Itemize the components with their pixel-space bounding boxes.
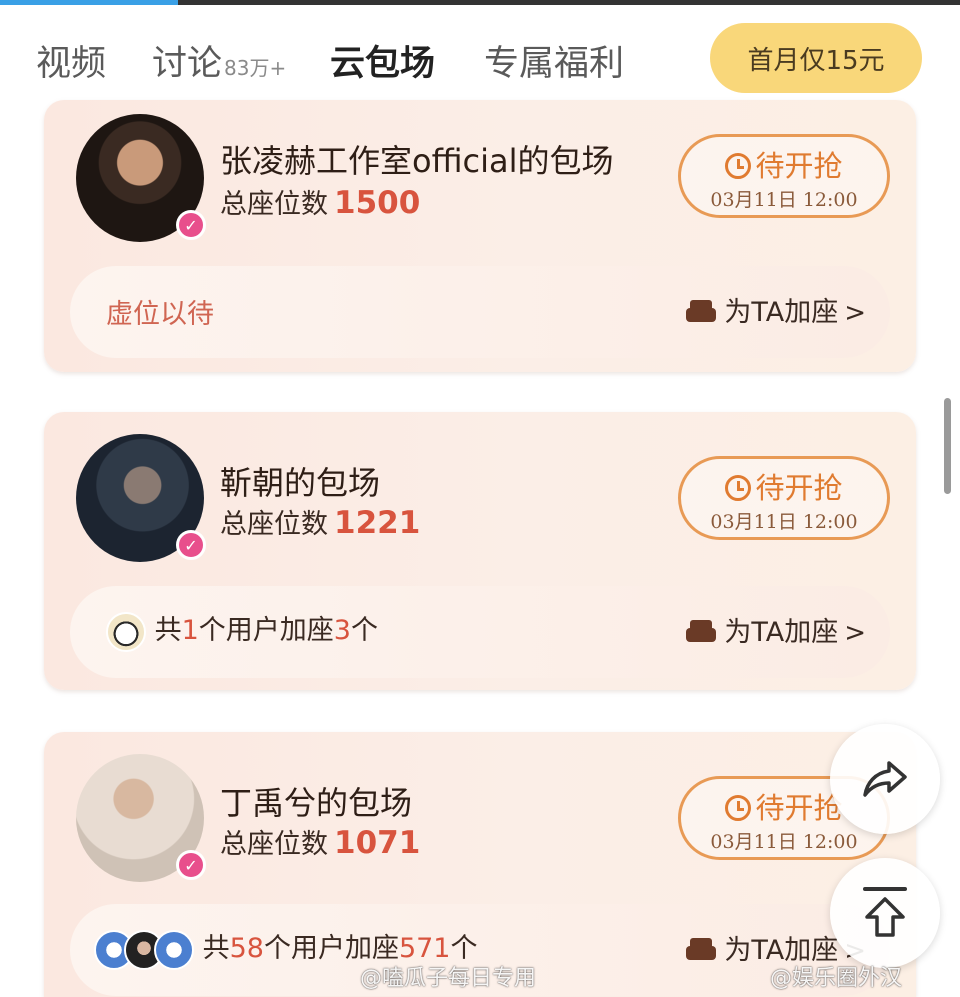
seat-label: 总座位数 xyxy=(220,829,328,860)
card-footer: 虚位以待 为TA加座 > xyxy=(70,266,890,358)
card-footer: 共1个用户加座3个 为TA加座 > xyxy=(70,586,890,678)
open-time: 03月11日 12:00 xyxy=(710,831,858,853)
clock-icon xyxy=(725,153,752,179)
seat-number: 1071 xyxy=(334,825,421,861)
tab-discussion[interactable]: 讨论 83万+ xyxy=(152,35,286,86)
tab-exclusive-benefits[interactable]: 专属福利 xyxy=(484,35,624,86)
user-avatar[interactable] xyxy=(106,611,146,652)
back-to-top-icon xyxy=(863,887,907,937)
tab-bar: 视频 讨论 83万+ 云包场 专属福利 首月仅15元 xyxy=(0,5,960,100)
seat-count: 总座位数 1071 xyxy=(220,822,420,861)
open-time: 03月11日 12:00 xyxy=(710,511,858,533)
sofa-icon xyxy=(686,300,717,324)
seat-label: 总座位数 xyxy=(220,509,328,540)
tab-videos-label: 视频 xyxy=(36,44,107,84)
seat-number: 1221 xyxy=(334,505,421,541)
tab-cloud-booking-label: 云包场 xyxy=(330,44,436,84)
wait-label: 待开抢 xyxy=(755,471,843,505)
add-seat-label: 为TA加座 xyxy=(724,617,839,648)
footer-status: 虚位以待 xyxy=(106,299,214,330)
booking-card[interactable]: ✓ 张凌赫工作室official的包场 总座位数 1500 待开抢 03月11日 … xyxy=(44,100,916,372)
add-seat-button[interactable]: 为TA加座> xyxy=(686,610,866,649)
tab-exclusive-benefits-label: 专属福利 xyxy=(484,44,625,84)
sofa-icon xyxy=(686,938,717,962)
chevron-right-icon: > xyxy=(844,618,866,648)
discussion-count-badge: 83万+ xyxy=(224,56,287,80)
wait-row: 待开抢 xyxy=(681,143,887,185)
share-icon xyxy=(863,761,907,797)
avatar[interactable]: ✓ xyxy=(76,114,206,242)
verified-badge-icon: ✓ xyxy=(176,210,206,240)
user-count: 1 xyxy=(181,615,199,646)
footer-prefix: 共 xyxy=(154,615,182,646)
chevron-right-icon: > xyxy=(844,298,866,328)
scrollbar[interactable] xyxy=(944,398,951,494)
add-seat-button[interactable]: 为TA加座> xyxy=(686,290,866,329)
booking-title[interactable]: 丁禹兮的包场 xyxy=(220,778,412,824)
verified-badge-icon: ✓ xyxy=(176,850,206,880)
sofa-icon xyxy=(686,620,717,644)
verified-badge-icon: ✓ xyxy=(176,530,206,560)
avatar[interactable]: ✓ xyxy=(76,434,206,562)
user-avatar[interactable] xyxy=(154,929,194,970)
wait-row: 待开抢 xyxy=(681,465,887,507)
back-to-top-button[interactable] xyxy=(830,858,940,968)
watermark: @嗑瓜子每日专用 xyxy=(360,966,537,991)
wait-label: 待开抢 xyxy=(755,791,843,825)
watermark: @娱乐圈外汉 xyxy=(770,966,903,991)
footer-middle: 个用户加座 xyxy=(198,615,334,646)
tab-videos[interactable]: 视频 xyxy=(36,35,106,86)
clock-icon xyxy=(725,795,752,821)
add-seat-label: 为TA加座 xyxy=(724,297,839,328)
booking-title[interactable]: 张凌赫工作室official的包场 xyxy=(220,136,614,182)
seat-label: 总座位数 xyxy=(220,189,328,220)
share-button[interactable] xyxy=(830,724,940,834)
tab-discussion-label: 讨论 xyxy=(152,44,223,84)
open-time: 03月11日 12:00 xyxy=(710,189,858,211)
footer-summary: 共1个用户加座3个 xyxy=(106,608,378,652)
footer-suffix: 个 xyxy=(350,615,378,646)
wait-grab-button[interactable]: 待开抢 03月11日 12:00 xyxy=(678,456,890,540)
footer-prefix: 共 xyxy=(202,933,230,964)
user-count: 58 xyxy=(229,933,264,964)
booking-card[interactable]: ✓ 靳朝的包场 总座位数 1221 待开抢 03月11日 12:00 共1个用户加… xyxy=(44,412,916,690)
avatar[interactable]: ✓ xyxy=(76,754,206,882)
tab-cloud-booking[interactable]: 云包场 xyxy=(330,35,435,86)
booking-card[interactable]: ✓ 丁禹兮的包场 总座位数 1071 待开抢 03月11日 12:00 共58个用… xyxy=(44,732,916,997)
clock-icon xyxy=(725,475,752,501)
wait-label: 待开抢 xyxy=(755,149,843,183)
promo-button[interactable]: 首月仅15元 xyxy=(710,23,922,93)
seat-number: 1500 xyxy=(334,185,421,221)
seat-count: 总座位数 1500 xyxy=(220,182,420,221)
wait-grab-button[interactable]: 待开抢 03月11日 12:00 xyxy=(678,134,890,218)
added-seat-count: 3 xyxy=(333,615,351,646)
booking-title[interactable]: 靳朝的包场 xyxy=(220,458,380,504)
seat-count: 总座位数 1221 xyxy=(220,502,420,541)
promo-label: 首月仅15元 xyxy=(747,45,885,76)
